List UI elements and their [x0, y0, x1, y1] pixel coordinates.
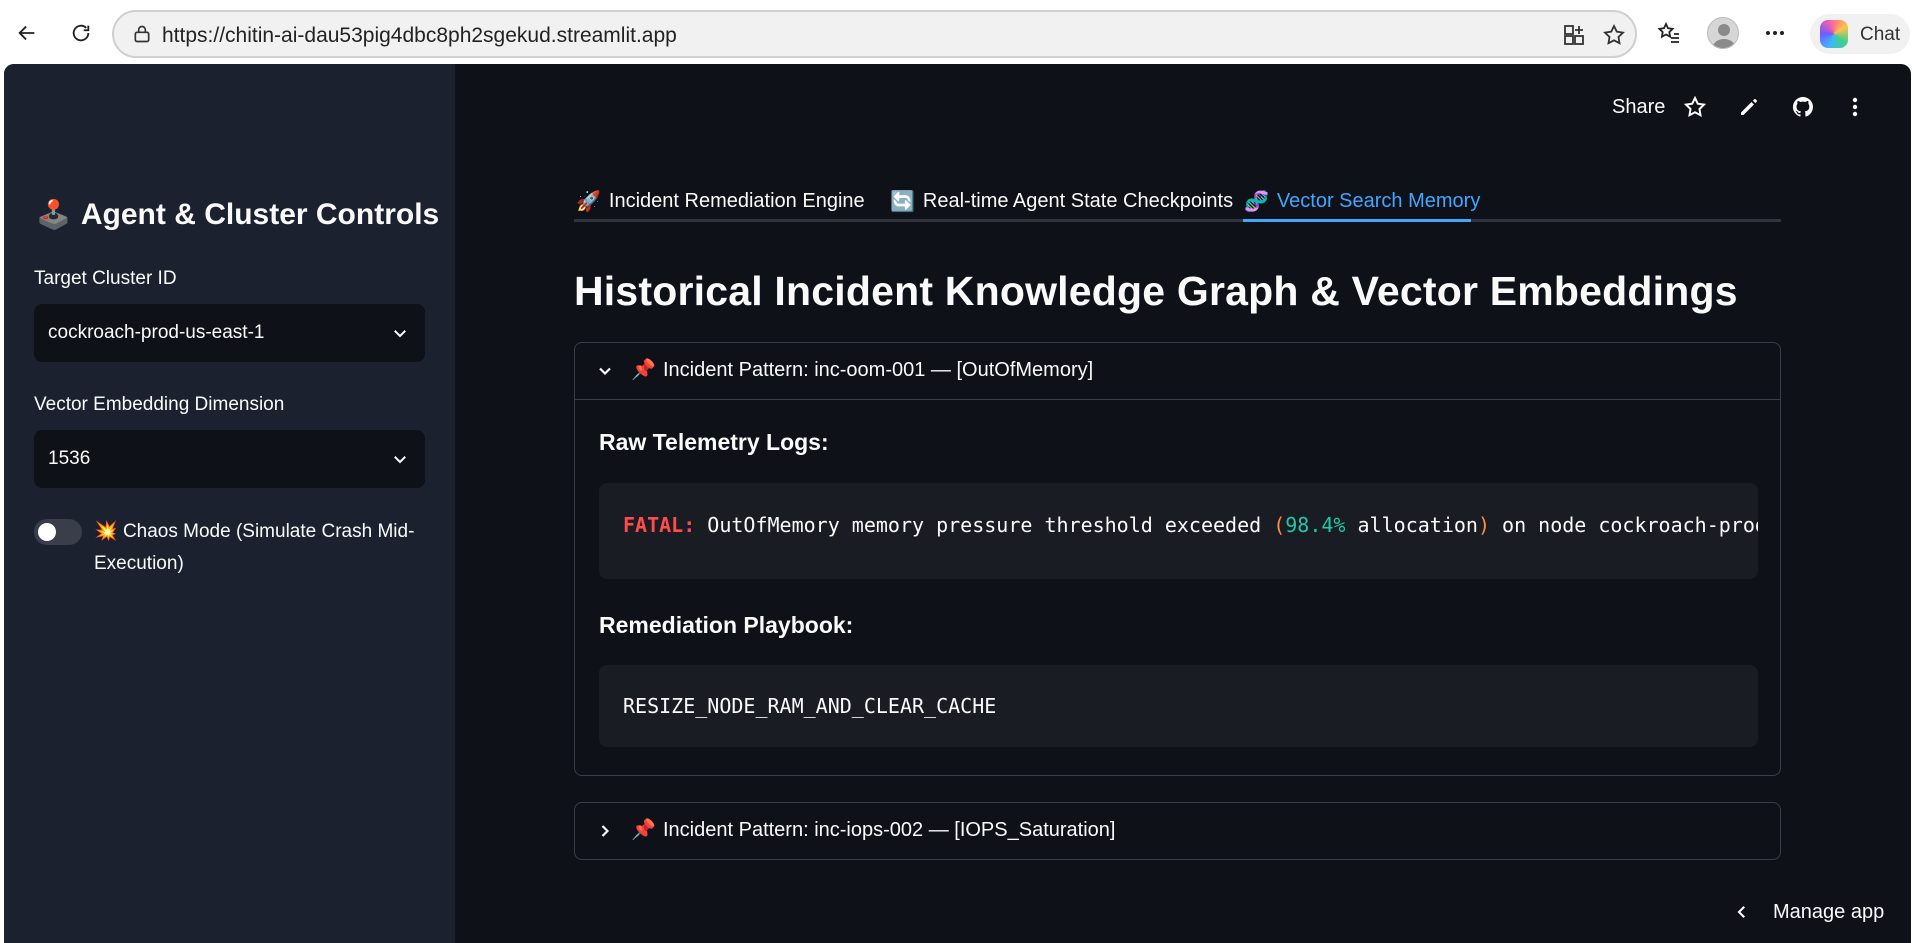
star-icon[interactable] [1680, 92, 1710, 122]
expander-title: Incident Pattern: inc-iops-002 — [IOPS_S… [663, 819, 1116, 841]
copilot-label: Chat [1860, 24, 1901, 45]
edit-pencil-icon[interactable] [1734, 92, 1764, 122]
tab-bar: 🚀 Incident Remediation Engine 🔄 Real-tim… [574, 180, 1781, 222]
favorites-icon[interactable] [1652, 16, 1686, 50]
expander-title: Incident Pattern: inc-oom-001 — [OutOfMe… [663, 359, 1094, 381]
streamlit-app: 🕹️ Agent & Cluster Controls Target Clust… [4, 64, 1911, 943]
embedding-dimension-value: 1536 [48, 448, 91, 469]
tab-label: Real-time Agent State Checkpoints [922, 189, 1234, 212]
copilot-icon [1820, 20, 1848, 48]
log-text-b: allocation [1345, 513, 1478, 537]
cluster-id-select[interactable]: cockroach-prod-us-east-1 [34, 304, 425, 362]
playbook-heading: Remediation Playbook: [599, 612, 854, 638]
chaos-mode-label-line2: Execution) [94, 553, 184, 574]
url-text[interactable]: https://chitin-ai-dau53pig4dbc8ph2sgekud… [162, 24, 677, 48]
copilot-chat-button[interactable]: Chat [1810, 14, 1910, 54]
raw-logs-code-block: FATAL: OutOfMemory memory pressure thres… [599, 483, 1758, 579]
active-tab-indicator [1243, 219, 1471, 222]
profile-avatar[interactable] [1706, 16, 1740, 50]
rocket-icon: 🚀 [576, 190, 601, 213]
tab-vector-search-memory[interactable]: 🧬 Vector Search Memory [1244, 180, 1480, 222]
manage-app-button[interactable]: Manage app [1695, 879, 1911, 943]
expander-header[interactable]: 📌 Incident Pattern: inc-oom-001 — [OutOf… [575, 343, 1780, 399]
app-available-icon[interactable] [1562, 23, 1586, 47]
log-line: FATAL: OutOfMemory memory pressure thres… [623, 513, 1758, 537]
tab-label: Incident Remediation Engine [608, 189, 865, 212]
refresh-arrows-icon: 🔄 [890, 190, 915, 213]
tab-label: Vector Search Memory [1276, 189, 1481, 212]
pushpin-icon: 📌 [631, 819, 656, 841]
chaos-mode-label-line1: Chaos Mode (Simulate Crash Mid- [122, 521, 415, 542]
explosion-icon: 💥 [94, 521, 118, 542]
joystick-icon: 🕹️ [36, 199, 71, 230]
address-bar[interactable]: https://chitin-ai-dau53pig4dbc8ph2sgekud… [112, 10, 1637, 58]
sidebar-title: 🕹️ Agent & Cluster Controls [36, 198, 439, 232]
chevron-down-icon [394, 330, 406, 338]
main-menu-icon[interactable] [1840, 92, 1870, 122]
log-text-a: OutOfMemory memory pressure threshold ex… [695, 513, 1274, 537]
divider [575, 399, 1780, 400]
log-level: FATAL: [623, 513, 696, 537]
embedding-dimension-label: Vector Embedding Dimension [34, 394, 285, 415]
more-menu-icon[interactable] [1758, 16, 1792, 50]
incident-expander: 📌 Incident Pattern: inc-oom-001 — [OutOf… [574, 342, 1781, 776]
manage-app-label: Manage app [1773, 901, 1885, 923]
sidebar: 🕹️ Agent & Cluster Controls Target Clust… [4, 64, 455, 943]
expander-header[interactable]: 📌 Incident Pattern: inc-iops-002 — [IOPS… [575, 803, 1780, 859]
log-paren-close: ) [1477, 513, 1490, 537]
site-info-icon[interactable] [132, 24, 152, 44]
chevron-left-icon [1737, 906, 1745, 918]
favorite-star-icon[interactable] [1602, 23, 1626, 47]
playbook-text: RESIZE_NODE_RAM_AND_CLEAR_CACHE [623, 694, 997, 718]
embedding-dimension-select[interactable]: 1536 [34, 430, 425, 488]
cluster-id-value: cockroach-prod-us-east-1 [48, 322, 265, 343]
playbook-code-block: RESIZE_NODE_RAM_AND_CLEAR_CACHE [599, 665, 1758, 747]
chaos-mode-toggle[interactable] [34, 519, 82, 545]
tab-agent-checkpoints[interactable]: 🔄 Real-time Agent State Checkpoints [890, 180, 1233, 222]
incident-expander: 📌 Incident Pattern: inc-iops-002 — [IOPS… [574, 802, 1781, 860]
back-icon[interactable] [10, 16, 44, 50]
chevron-right-icon [601, 825, 610, 837]
dna-icon: 🧬 [1244, 190, 1269, 213]
log-text-c: on node cockroach-prod-us-east-1 [1502, 513, 1758, 537]
raw-logs-heading: Raw Telemetry Logs: [599, 429, 829, 455]
log-paren-open: ( [1273, 513, 1286, 537]
tab-incident-remediation[interactable]: 🚀 Incident Remediation Engine [576, 180, 865, 222]
browser-toolbar: https://chitin-ai-dau53pig4dbc8ph2sgekud… [0, 0, 1915, 64]
github-icon[interactable] [1788, 92, 1818, 122]
page-title: Historical Incident Knowledge Graph & Ve… [574, 268, 1738, 314]
sidebar-title-text: Agent & Cluster Controls [80, 198, 440, 231]
chaos-mode-label[interactable]: 💥 Chaos Mode (Simulate Crash Mid- Execut… [94, 516, 434, 580]
share-button[interactable]: Share [1612, 96, 1665, 119]
refresh-icon[interactable] [64, 16, 98, 50]
log-percent: 98.4% [1285, 513, 1346, 537]
cluster-id-label: Target Cluster ID [34, 268, 177, 289]
chevron-down-icon [394, 456, 406, 464]
pushpin-icon: 📌 [631, 359, 656, 381]
chevron-down-icon [599, 367, 611, 376]
